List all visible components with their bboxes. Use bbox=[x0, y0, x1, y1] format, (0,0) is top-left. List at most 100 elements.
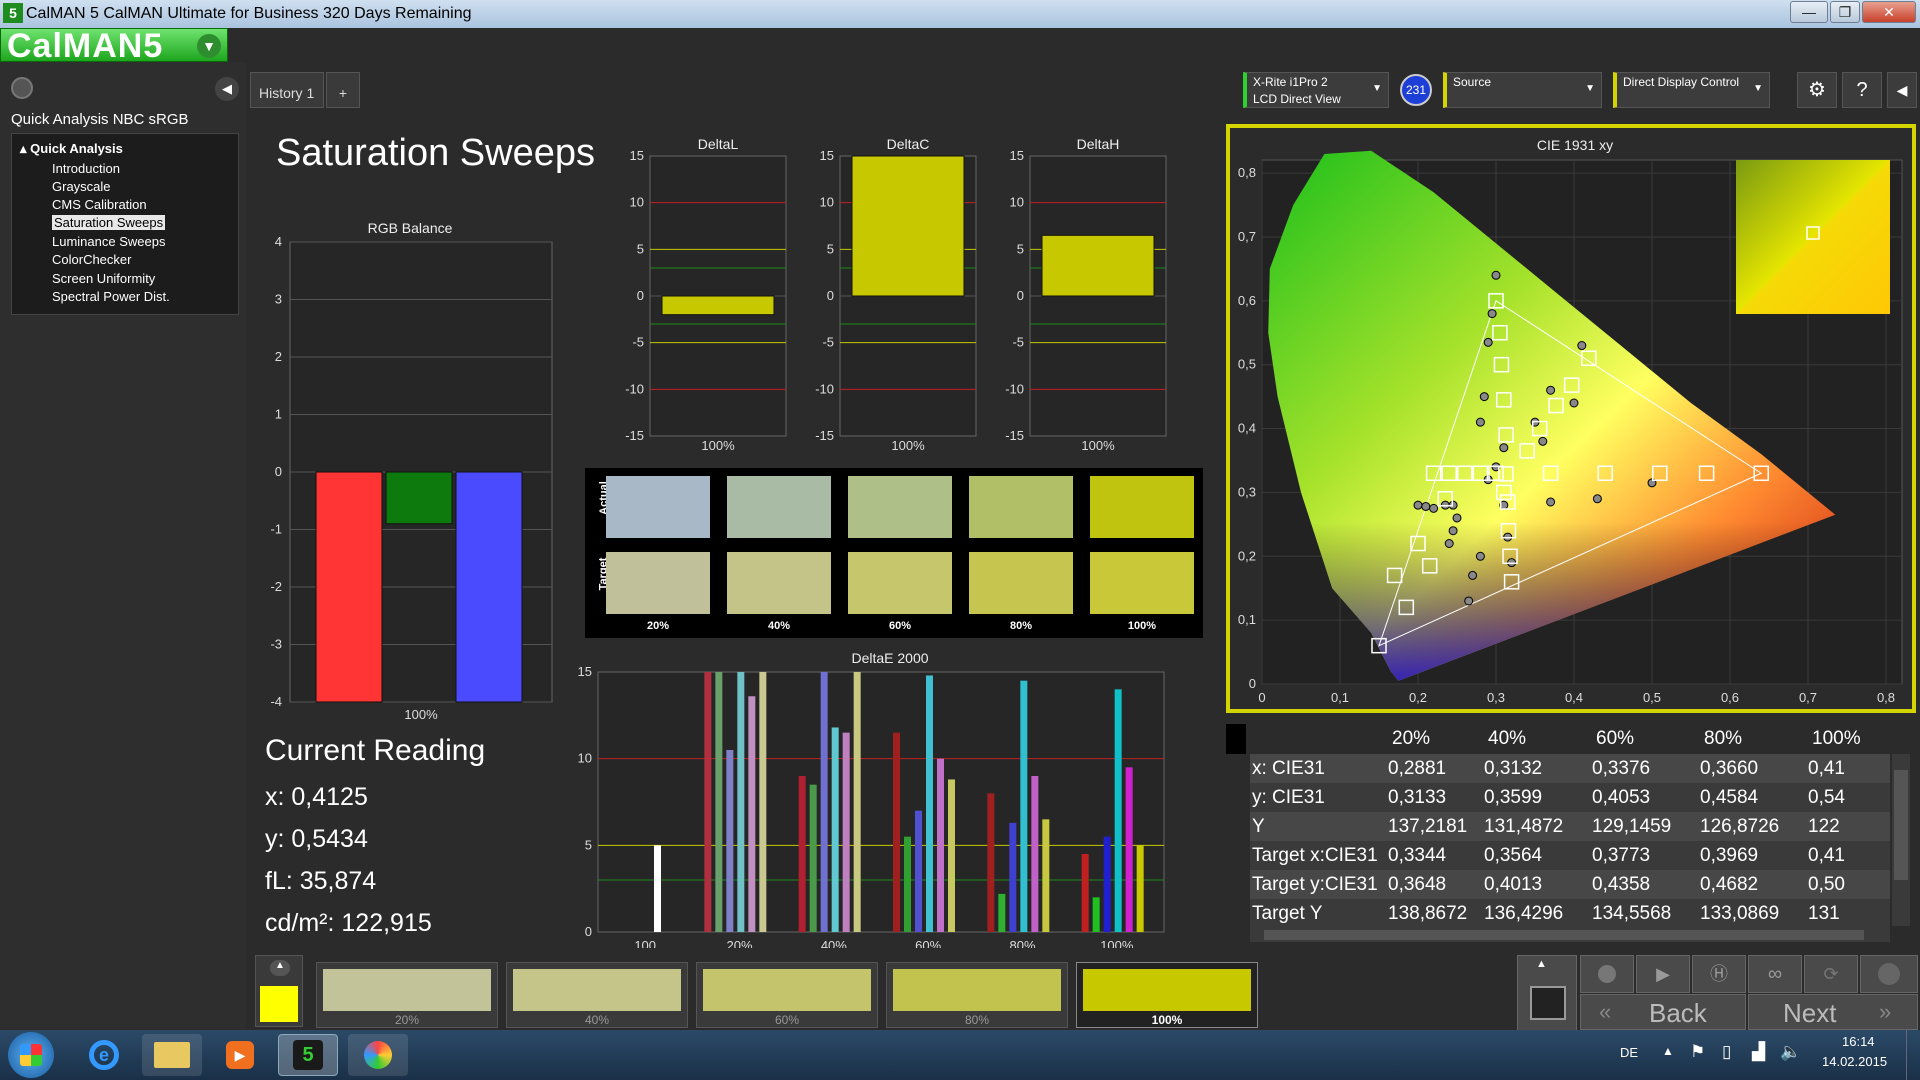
swatch-label: 20% bbox=[646, 620, 670, 632]
cie-ytick: 0,1 bbox=[1238, 612, 1256, 627]
rgb-balance-chart: 4 3 2 1 0 -1 -2 -3 -4 100% bbox=[270, 234, 553, 722]
delta-ytick: -15 bbox=[1005, 428, 1024, 443]
cie-ytick: 0,6 bbox=[1238, 293, 1256, 308]
back-label: Back bbox=[1649, 998, 1707, 1028]
close-button[interactable]: ✕ bbox=[1862, 1, 1916, 23]
tree-item-grayscale[interactable]: Grayscale bbox=[52, 179, 111, 194]
bottom-swatch[interactable]: 40% bbox=[506, 962, 688, 1028]
record-button[interactable] bbox=[1860, 955, 1918, 993]
table-row[interactable]: y: CIE31 0,3133 0,3599 0,4053 0,4584 0,54 bbox=[1250, 783, 1890, 812]
swatch-comparison: Actual Target 20% 40% 60% 80% 100% bbox=[585, 468, 1203, 638]
tab-history-1[interactable]: History 1 bbox=[250, 72, 324, 108]
delta-ytick: 0 bbox=[1017, 288, 1024, 303]
delta-ytick: -10 bbox=[815, 381, 834, 396]
bottom-swatch[interactable]: 60% bbox=[696, 962, 878, 1028]
paint-icon[interactable] bbox=[348, 1034, 408, 1076]
record-icon[interactable] bbox=[11, 77, 33, 99]
scrollbar-thumb[interactable] bbox=[1894, 770, 1908, 880]
bottom-swatch-label: 80% bbox=[964, 1013, 990, 1027]
bottom-swatch[interactable]: 80% bbox=[886, 962, 1068, 1028]
table-cell: 0,3648 bbox=[1388, 874, 1447, 895]
volume-icon[interactable]: 🔈 bbox=[1780, 1042, 1801, 1062]
tree-item-colorchecker[interactable]: ColorChecker bbox=[52, 252, 131, 267]
show-hidden-icons[interactable]: ▲ bbox=[1662, 1044, 1674, 1058]
table-row[interactable]: Y 137,2181 131,4872 129,1459 126,8726 122 bbox=[1250, 812, 1890, 841]
minimize-button[interactable]: — bbox=[1790, 1, 1828, 23]
add-tab-button[interactable]: + bbox=[326, 72, 360, 108]
tree-root[interactable]: ▴ Quick Analysis bbox=[20, 141, 123, 157]
chevron-up-icon[interactable]: ▲ bbox=[270, 960, 290, 976]
next-button[interactable]: Next » bbox=[1748, 994, 1918, 1030]
bottom-swatch[interactable]: 20% bbox=[316, 962, 498, 1028]
tree-item-cms-calibration[interactable]: CMS Calibration bbox=[52, 197, 147, 212]
media-player-icon[interactable]: ▶ bbox=[210, 1034, 270, 1076]
cie-xtick: 0,1 bbox=[1331, 690, 1349, 705]
continuous-button[interactable]: ∞ bbox=[1748, 955, 1802, 993]
explorer-icon[interactable] bbox=[142, 1034, 202, 1076]
deltae-ytick: 0 bbox=[585, 924, 592, 939]
cie-actual-point bbox=[1448, 526, 1458, 536]
deltae-bar bbox=[654, 845, 661, 932]
device-icon[interactable]: ▯ bbox=[1722, 1042, 1731, 1062]
chevron-left-icon: « bbox=[1599, 999, 1612, 1024]
bottom-swatch-label: 40% bbox=[584, 1013, 610, 1027]
gear-icon[interactable]: ⚙ bbox=[1797, 72, 1837, 108]
start-button[interactable] bbox=[8, 1032, 54, 1078]
tree-item-introduction[interactable]: Introduction bbox=[52, 161, 120, 176]
show-desktop-button[interactable] bbox=[1906, 1030, 1920, 1080]
cie-actual-point bbox=[1538, 436, 1548, 446]
calman-logo[interactable]: CalMAN5 ▼ bbox=[0, 27, 228, 65]
maximize-button[interactable]: ❐ bbox=[1830, 1, 1860, 23]
table-row[interactable]: Target Y 138,8672 136,4296 134,5568 133,0869… bbox=[1250, 899, 1890, 928]
chevron-down-icon[interactable]: ▼ bbox=[197, 34, 221, 58]
deltae-bar bbox=[893, 732, 900, 932]
tree-item-luminance-sweeps[interactable]: Luminance Sweeps bbox=[52, 234, 165, 249]
clock-time[interactable]: 16:14 bbox=[1842, 1034, 1875, 1049]
deltae-bar bbox=[1020, 680, 1028, 932]
stop-button[interactable] bbox=[1580, 955, 1634, 993]
meter-selector[interactable]: X-Rite i1Pro 2 LCD Direct View ▼ bbox=[1243, 72, 1389, 108]
collapse-left-icon[interactable]: ◀ bbox=[215, 77, 239, 101]
chevron-up-icon[interactable]: ▲ bbox=[1536, 958, 1547, 970]
flag-icon[interactable]: ⚑ bbox=[1690, 1042, 1705, 1062]
bottom-swatch-label: 60% bbox=[774, 1013, 800, 1027]
play-button[interactable]: ▶ bbox=[1636, 955, 1690, 993]
back-button[interactable]: « Back bbox=[1580, 994, 1746, 1030]
internet-explorer-icon[interactable]: e bbox=[74, 1034, 134, 1076]
help-icon[interactable]: ? bbox=[1842, 72, 1882, 108]
table-row[interactable]: Target x:CIE31 0,3344 0,3564 0,3773 0,3969 0,… bbox=[1250, 841, 1890, 870]
vertical-scrollbar[interactable] bbox=[1892, 754, 1910, 926]
cie-chart-frame: CIE 1931 xy 0 0,1 0,2 0,3 0,4 0,5 0,6 0,7 0,8 0 0,… bbox=[1226, 124, 1916, 713]
table-row[interactable]: x: CIE31 0,2881 0,3132 0,3376 0,3660 0,41 bbox=[1250, 754, 1890, 783]
collapse-right-icon[interactable]: ◀ bbox=[1887, 72, 1917, 108]
cie-ytick: 0,7 bbox=[1238, 229, 1256, 244]
bottom-swatch-color bbox=[323, 969, 491, 1011]
network-icon[interactable]: ▟ bbox=[1752, 1042, 1765, 1062]
deltae-ytick: 10 bbox=[578, 751, 592, 766]
panel-title: Quick Analysis NBC sRGB bbox=[11, 111, 189, 128]
table-row[interactable]: Target y:CIE31 0,3648 0,4013 0,4358 0,4682 0,… bbox=[1250, 870, 1890, 899]
clock-date[interactable]: 14.02.2015 bbox=[1822, 1054, 1887, 1069]
meter-badge[interactable]: 231 bbox=[1400, 74, 1432, 106]
hold-button[interactable]: Ⓗ bbox=[1692, 955, 1746, 993]
table-header-cell: 80% bbox=[1704, 728, 1743, 749]
delta-ytick: -15 bbox=[625, 428, 644, 443]
display-selector[interactable]: Direct Display Control ▼ bbox=[1613, 72, 1770, 108]
refresh-button[interactable]: ⟳ bbox=[1804, 955, 1858, 993]
data-table: 20% 40% 60% 80% 100% x: CIE31 0,2881 0,3132 0,3… bbox=[1226, 724, 1916, 942]
bottom-swatch[interactable]: 100% bbox=[1076, 962, 1258, 1028]
language-indicator[interactable]: DE bbox=[1620, 1045, 1638, 1060]
refresh-icon: ⟳ bbox=[1823, 964, 1839, 984]
source-selector[interactable]: Source ▼ bbox=[1443, 72, 1602, 108]
tree-item-spectral-power[interactable]: Spectral Power Dist. bbox=[52, 289, 170, 304]
tree-item-saturation-sweeps[interactable]: Saturation Sweeps bbox=[52, 215, 166, 230]
calman-taskbar-icon[interactable]: 5 bbox=[278, 1034, 338, 1076]
deltae-bar bbox=[987, 793, 995, 932]
horizontal-scrollbar[interactable] bbox=[1250, 928, 1890, 942]
hscroll-thumb[interactable] bbox=[1264, 930, 1864, 940]
bottom-swatch-label: 20% bbox=[394, 1013, 420, 1027]
table-cell: 0,4013 bbox=[1484, 874, 1543, 895]
stop-square-icon[interactable] bbox=[1530, 986, 1566, 1020]
reading-fl: fL: 35,874 bbox=[265, 867, 377, 895]
tree-item-screen-uniformity[interactable]: Screen Uniformity bbox=[52, 271, 155, 286]
